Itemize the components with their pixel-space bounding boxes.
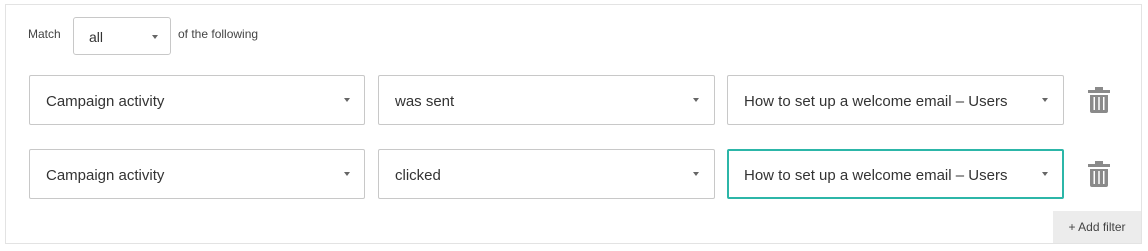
caret-down-icon [693, 98, 699, 102]
filter-condition-value: was sent [395, 93, 455, 110]
match-label: Match [28, 27, 61, 41]
filter-field-select[interactable]: Campaign activity [29, 149, 365, 199]
filter-field-value: Campaign activity [46, 167, 165, 184]
filter-condition-select[interactable]: was sent [378, 75, 715, 125]
filter-value-text: How to set up a welcome email – Users [744, 93, 1008, 110]
filter-field-value: Campaign activity [46, 93, 165, 110]
caret-down-icon [152, 35, 158, 39]
trash-icon[interactable] [1088, 87, 1110, 113]
match-suffix-label: of the following [178, 27, 259, 41]
caret-down-icon [344, 172, 350, 176]
caret-down-icon [693, 172, 699, 176]
filter-condition-value: clicked [395, 167, 441, 184]
match-select-value: all [89, 29, 104, 45]
match-select[interactable]: all [73, 17, 171, 55]
filter-value-select[interactable]: How to set up a welcome email – Users [727, 75, 1064, 125]
filter-value-text: How to set up a welcome email – Users [744, 167, 1008, 184]
filter-field-select[interactable]: Campaign activity [29, 75, 365, 125]
filter-condition-select[interactable]: clicked [378, 149, 715, 199]
trash-icon[interactable] [1088, 161, 1110, 187]
caret-down-icon [344, 98, 350, 102]
caret-down-icon [1042, 172, 1048, 176]
add-filter-button[interactable]: + Add filter [1053, 211, 1141, 243]
caret-down-icon [1042, 98, 1048, 102]
filter-value-select[interactable]: How to set up a welcome email – Users [727, 149, 1064, 199]
